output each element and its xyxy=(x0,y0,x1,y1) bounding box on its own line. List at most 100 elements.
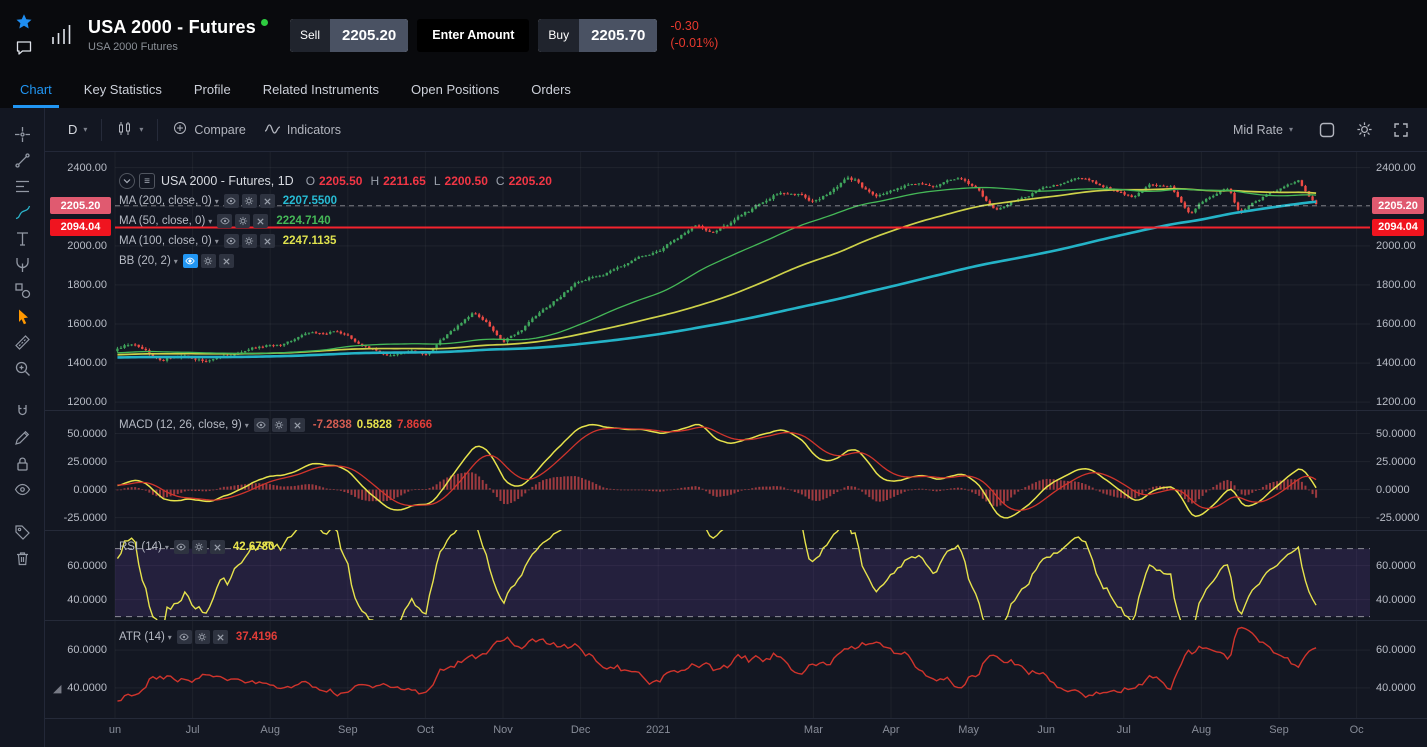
chart-type-dropdown[interactable]: ▾ xyxy=(107,114,152,146)
mid-rate-dropdown[interactable]: Mid Rate ▾ xyxy=(1224,117,1302,143)
close-icon[interactable] xyxy=(290,418,305,432)
chart-shell: D ▾ ▾ Compare Indicators xyxy=(0,108,1427,747)
buy-button[interactable]: Buy 2205.70 xyxy=(538,19,657,52)
fullscreen-icon[interactable] xyxy=(1389,118,1413,142)
dropdown-caret-icon[interactable]: ▾ xyxy=(165,543,169,552)
dropdown-caret-icon[interactable]: ▾ xyxy=(215,197,219,206)
tab-key-statistics[interactable]: Key Statistics xyxy=(68,70,178,108)
amount-input[interactable]: Enter Amount xyxy=(417,19,529,52)
pitchfork-tool-icon[interactable] xyxy=(7,254,37,275)
shapes-tool-icon[interactable] xyxy=(7,280,37,301)
lock-tool-icon[interactable] xyxy=(7,453,37,474)
legend-symbol[interactable]: USA 2000 - Futures, 1D xyxy=(161,174,294,188)
tab-open-positions[interactable]: Open Positions xyxy=(395,70,515,108)
scale-tick: 40.0000 xyxy=(45,681,107,695)
scale-tick: 1400.00 xyxy=(45,356,107,370)
fib-levels-tool-icon[interactable] xyxy=(7,176,37,197)
pencil-tool-icon[interactable] xyxy=(7,427,37,448)
eye-icon[interactable] xyxy=(177,630,192,644)
time-axis-label: Sep xyxy=(338,724,358,736)
time-axis-label: Jul xyxy=(186,724,200,736)
indicators-button[interactable]: Indicators xyxy=(255,115,350,145)
time-axis-label: 2021 xyxy=(646,724,670,736)
scale-tick: 2000.00 xyxy=(45,239,107,253)
chat-icon[interactable] xyxy=(15,39,33,57)
close-icon[interactable] xyxy=(219,254,234,268)
eye-icon[interactable] xyxy=(224,234,239,248)
measure-tool-icon[interactable] xyxy=(7,332,37,353)
tab-orders[interactable]: Orders xyxy=(515,70,587,108)
gear-icon[interactable] xyxy=(201,254,216,268)
nav-tabs: Chart Key Statistics Profile Related Ins… xyxy=(0,70,1427,108)
indicator-label[interactable]: RSI (14) xyxy=(119,541,162,553)
overlay-value: 2224.7140 xyxy=(276,215,330,227)
eye-icon[interactable] xyxy=(217,214,232,228)
level-price-label: 2094.04 xyxy=(1372,219,1424,236)
close-icon[interactable] xyxy=(260,194,275,208)
text-tool-icon[interactable] xyxy=(7,228,37,249)
overlay-label[interactable]: MA (50, close, 0) xyxy=(119,215,205,227)
scale-tick: 1200.00 xyxy=(1376,395,1416,409)
collapse-chevron-icon[interactable] xyxy=(119,173,135,189)
chart-main: D ▾ ▾ Compare Indicators xyxy=(45,108,1427,747)
gear-icon[interactable] xyxy=(272,418,287,432)
tab-related-instruments[interactable]: Related Instruments xyxy=(247,70,395,108)
close-icon[interactable] xyxy=(253,214,268,228)
instrument-subtitle: USA 2000 Futures xyxy=(88,41,268,53)
trash-tool-icon[interactable] xyxy=(7,548,37,569)
overlay-label[interactable]: MA (100, close, 0) xyxy=(119,235,212,247)
close-icon[interactable] xyxy=(213,630,228,644)
eye-icon[interactable] xyxy=(254,418,269,432)
zoom-tool-icon[interactable] xyxy=(7,358,37,379)
ohlc-values: O2205.50H2211.65L2200.50C2205.20 xyxy=(302,174,552,188)
eye-icon[interactable] xyxy=(183,254,198,268)
ohlc-label: H xyxy=(370,174,379,188)
indicator-legend-row: RSI (14)▾42.6780 xyxy=(119,537,274,557)
tag-tool-icon[interactable] xyxy=(7,522,37,543)
sell-button[interactable]: Sell 2205.20 xyxy=(290,19,408,52)
brush-tool-icon[interactable] xyxy=(7,202,37,223)
dropdown-caret-icon[interactable]: ▾ xyxy=(168,633,172,642)
crosshair-tool-icon[interactable] xyxy=(7,124,37,145)
current-price-label: 2205.20 xyxy=(50,197,111,214)
time-axis-label: Jul xyxy=(1117,724,1131,736)
time-axis-label: Oc xyxy=(1350,724,1364,736)
close-icon[interactable] xyxy=(260,234,275,248)
dropdown-caret-icon[interactable]: ▾ xyxy=(215,237,219,246)
gear-icon[interactable] xyxy=(235,214,250,228)
close-icon[interactable] xyxy=(210,540,225,554)
favorite-star-icon[interactable] xyxy=(15,13,33,31)
tab-profile[interactable]: Profile xyxy=(178,70,247,108)
indicator-label[interactable]: ATR (14) xyxy=(119,631,165,643)
cursor-tool-icon[interactable] xyxy=(7,306,37,327)
eye-tool-icon[interactable] xyxy=(7,479,37,500)
chevron-down-icon: ▾ xyxy=(139,125,143,134)
tab-chart[interactable]: Chart xyxy=(4,70,68,108)
dropdown-caret-icon[interactable]: ▾ xyxy=(208,217,212,226)
gear-icon[interactable] xyxy=(242,234,257,248)
eye-icon[interactable] xyxy=(174,540,189,554)
gear-icon[interactable] xyxy=(192,540,207,554)
gear-icon[interactable] xyxy=(195,630,210,644)
legend-menu-icon[interactable]: ≡ xyxy=(139,173,155,189)
price-change-block: -0.30 (-0.01%) xyxy=(670,18,718,52)
chevron-down-icon: ▾ xyxy=(83,125,87,134)
panel-toggle-icon[interactable] xyxy=(1314,117,1340,143)
symbol-legend-row: ≡ USA 2000 - Futures, 1D O2205.50H2211.65L… xyxy=(119,171,552,191)
magnet-tool-icon[interactable] xyxy=(7,401,37,422)
dropdown-caret-icon[interactable]: ▾ xyxy=(245,421,249,430)
overlay-label[interactable]: MA (200, close, 0) xyxy=(119,195,212,207)
compare-label: Compare xyxy=(194,123,245,137)
eye-icon[interactable] xyxy=(224,194,239,208)
ohlc-label: C xyxy=(496,174,505,188)
settings-gear-icon[interactable] xyxy=(1352,117,1377,142)
dropdown-caret-icon[interactable]: ▾ xyxy=(174,257,178,266)
trend-line-tool-icon[interactable] xyxy=(7,150,37,171)
header: USA 2000 - Futures USA 2000 Futures Sell… xyxy=(0,0,1427,70)
compare-button[interactable]: Compare xyxy=(163,114,254,145)
chart-area[interactable]: ◢︎ 2400.002400.002200.002200.002000.0020… xyxy=(45,152,1427,747)
indicator-label[interactable]: MACD (12, 26, close, 9) xyxy=(119,419,242,431)
gear-icon[interactable] xyxy=(242,194,257,208)
interval-dropdown[interactable]: D ▾ xyxy=(59,116,96,143)
overlay-label[interactable]: BB (20, 2) xyxy=(119,255,171,267)
